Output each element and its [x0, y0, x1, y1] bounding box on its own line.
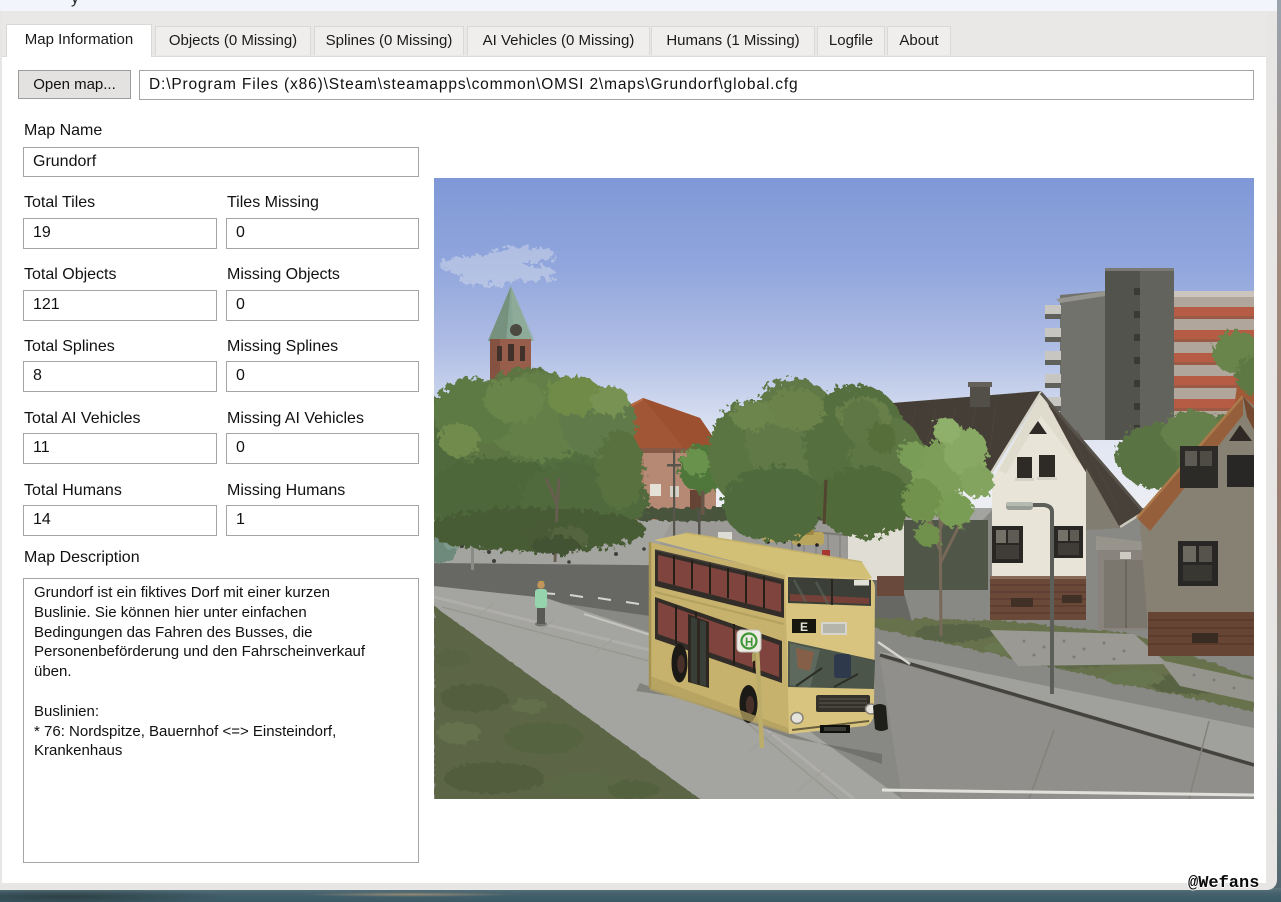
svg-text:H: H: [745, 637, 753, 649]
svg-text:E: E: [800, 620, 808, 634]
